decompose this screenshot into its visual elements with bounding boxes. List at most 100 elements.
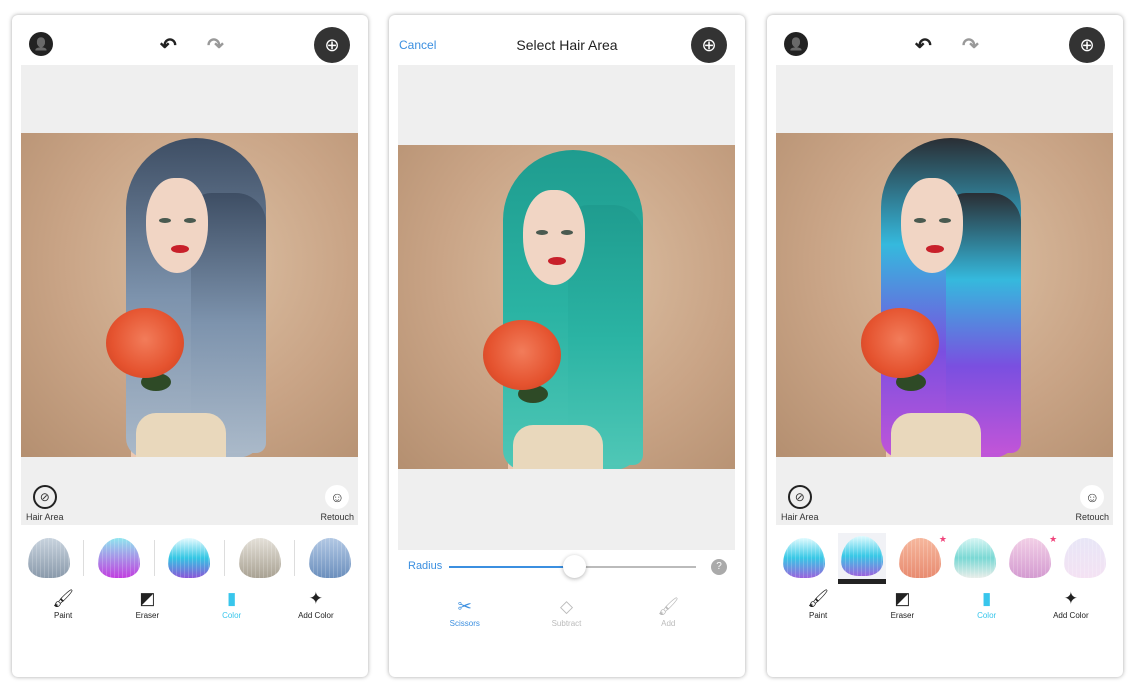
photo-rose [483,320,561,390]
hair-photo [21,133,358,457]
color-swatch[interactable] [27,538,70,578]
premium-star-icon: ★ [938,534,947,544]
hair-photo [398,145,735,469]
tool-scissors[interactable]: ✂ Scissors [430,595,500,628]
color-swatch[interactable] [782,538,825,578]
tool-label: Paint [54,611,73,620]
swatch-divider [224,540,226,576]
photo-dress [136,413,226,457]
tool-bar: 🖌 Paint ◩ Eraser ▮ Color ✦ Add Color [776,587,1113,620]
color-swatch[interactable] [98,538,141,578]
tool-label: Scissors [449,619,480,628]
scissors-icon: ✂ [457,597,472,616]
color-swatch[interactable] [238,538,281,578]
profile-icon[interactable]: 👤 [29,32,53,56]
color-swatch[interactable] [1064,538,1107,578]
tool-bar: ✂ Scissors ◇ Subtract 🖌 Add [398,595,735,628]
photo-eye [914,218,926,223]
swatch-divider [294,540,296,576]
color-swatch[interactable] [168,538,211,578]
tool-label: Add Color [1053,611,1089,620]
swatch-divider [83,540,85,576]
screen-select-hair-area: CancelSelect Hair AreaOK⊕Radius?✂Scissor… [389,15,745,677]
swatch-row[interactable] [21,533,358,583]
retouch-button[interactable]: ☺ Retouch [320,485,354,522]
color-bottle-icon: ▮ [226,589,237,608]
screen-color-result-2: 👤 ↶ ↷ ⊕ ⊘ Hair Area ☺ Retouch ★ ★ 🖌 Paint ◩ Eraser ▮ Co… [767,15,1123,677]
tool-label: Add [661,619,676,628]
screen-color-result-1: 👤 ↶ ↷ ⊕ ⊘ Hair Area ☺ Retouch 🖌 Paint ◩ Eraser ▮ Colo… [12,15,368,677]
retouch-label: Retouch [1075,512,1109,522]
premium-star-icon: ★ [1049,534,1058,544]
color-swatch[interactable] [954,538,997,578]
zoom-icon[interactable]: ⊕ [1069,27,1105,63]
radius-label: Radius [408,560,443,572]
tool-eraser[interactable]: ◩ Eraser [112,587,182,620]
tool-label: Add Color [298,611,334,620]
tool-color[interactable]: ▮ Color [197,587,267,620]
photo-eye [939,218,951,223]
color-swatch[interactable] [840,535,883,576]
radius-slider-thumb[interactable] [563,555,587,578]
retouch-button[interactable]: ☺ Retouch [1075,485,1109,522]
selected-swatch[interactable] [837,532,886,584]
help-icon[interactable]: ? [711,559,727,575]
tool-add-color[interactable]: ✦ Add Color [281,587,351,620]
zoom-icon[interactable]: ⊕ [691,27,727,63]
paint-brush-icon: 🖌 [52,589,74,608]
retouch-icon: ☺ [325,485,350,509]
undo-icon[interactable]: ↶ [915,33,932,58]
photo-lips [171,245,189,253]
photo-face [901,178,963,273]
retouch-icon: ☺ [1080,485,1105,509]
radius-slider-fill [449,566,576,568]
photo-face [146,178,208,273]
add-brush-icon: 🖌 [657,597,680,616]
retouch-label: Retouch [320,512,354,522]
tool-bar: 🖌 Paint ◩ Eraser ▮ Color ✦ Add Color [21,587,358,620]
hair-area-label: Hair Area [781,512,819,522]
photo-rose [106,308,184,378]
add-color-icon: ✦ [308,589,323,608]
profile-icon[interactable]: 👤 [784,32,808,56]
hair-area-icon: ⊘ [32,485,57,509]
redo-icon[interactable]: ↷ [962,33,979,58]
redo-icon[interactable]: ↷ [207,33,224,58]
photo-eye [159,218,171,223]
zoom-icon[interactable]: ⊕ [314,27,350,63]
photo-rose [861,308,939,378]
add-color-icon: ✦ [1063,589,1078,608]
hair-area-label: Hair Area [26,512,64,522]
swatch-row[interactable]: ★ ★ [776,532,1113,584]
hair-area-button[interactable]: ⊘ Hair Area [26,485,64,522]
radius-slider[interactable] [449,555,696,578]
tool-eraser[interactable]: ◩ Eraser [867,587,937,620]
photo-eye [561,230,573,235]
eraser-icon: ◩ [894,589,911,608]
tool-label: Eraser [890,611,915,620]
photo-eye [536,230,548,235]
photo-face [523,190,585,285]
paint-brush-icon: 🖌 [807,589,829,608]
undo-icon[interactable]: ↶ [160,33,177,58]
tool-paint[interactable]: 🖌 Paint [783,587,853,620]
tool-label: Subtract [551,619,582,628]
tool-subtract[interactable]: ◇ Subtract [532,595,602,628]
tool-label: Color [977,611,997,620]
tool-add-color[interactable]: ✦ Add Color [1036,587,1106,620]
hair-area-icon: ⊘ [787,485,812,509]
tool-add[interactable]: 🖌 Add [633,595,703,628]
tool-label: Paint [809,611,828,620]
tool-paint[interactable]: 🖌 Paint [28,587,98,620]
subtract-eraser-icon: ◇ [559,597,574,616]
eraser-icon: ◩ [139,589,156,608]
photo-lips [926,245,944,253]
color-swatch[interactable]: ★ [1009,534,1057,578]
tool-color[interactable]: ▮ Color [952,587,1022,620]
photo-dress [891,413,981,457]
color-swatch[interactable] [309,538,352,578]
photo-eye [184,218,196,223]
color-swatch[interactable]: ★ [898,534,947,578]
tool-label: Color [222,611,242,620]
hair-area-button[interactable]: ⊘ Hair Area [781,485,819,522]
